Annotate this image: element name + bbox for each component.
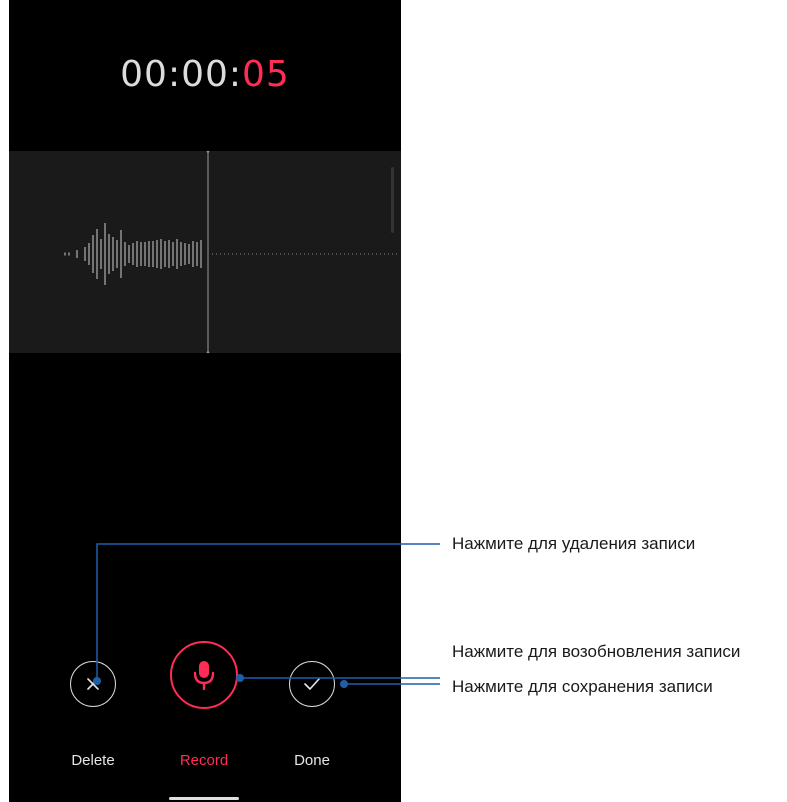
record-callout-text: Нажмите для возобновления записи bbox=[452, 642, 741, 661]
callout-line-delete bbox=[96, 543, 440, 681]
callout-dot-record bbox=[236, 674, 244, 682]
callout-dot-delete bbox=[93, 677, 101, 685]
callout-dot-done bbox=[340, 680, 348, 688]
page: 00:00:05 Delete Record Done Нажмите для … bbox=[0, 0, 787, 802]
done-callout-text: Нажмите для сохранения записи bbox=[452, 677, 713, 696]
delete-callout-text: Нажмите для удаления записи bbox=[452, 534, 696, 553]
